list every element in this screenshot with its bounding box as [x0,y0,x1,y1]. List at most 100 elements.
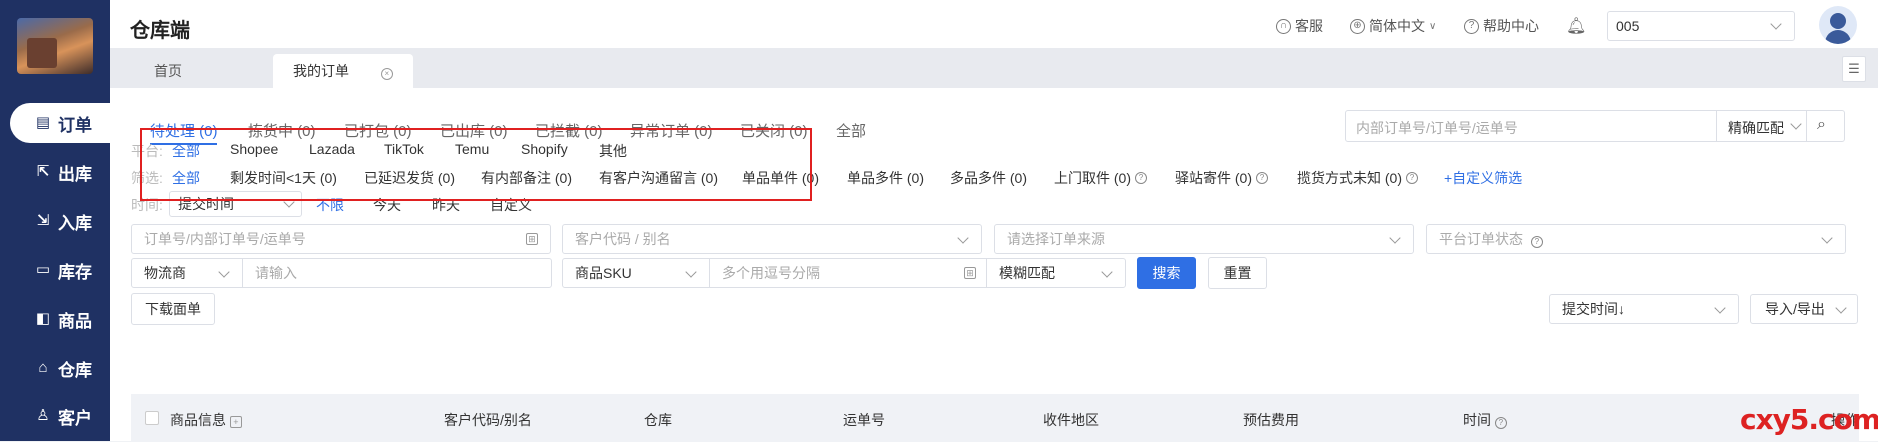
orders-icon: ▤ [35,114,51,131]
match-mode-select[interactable]: 精确匹配 [1728,118,1784,138]
reset-button[interactable]: 重置 [1208,257,1267,289]
search-button[interactable]: 搜索 [1137,257,1196,289]
tab-home[interactable]: 首页 [134,54,202,88]
screen-option-multi-multi[interactable]: 多品多件 (0) [950,168,1027,188]
import-export-dropdown[interactable]: 导入/导出 [1750,294,1858,324]
sku-select[interactable]: 商品SKU [562,258,710,288]
screen-option-pickup-label: 上门取件 (0) [1054,170,1131,186]
column-header: 商品信息 + [170,410,242,430]
sort-select[interactable]: 提交时间↓ [1549,294,1739,324]
chevron-down-icon [1821,232,1833,244]
warehouse-icon: ⌂ [38,359,48,376]
headset-icon: ∩ [1276,18,1291,34]
highlight-box [140,128,812,201]
customer-code-placeholder: 客户代码 / 别名 [575,231,671,247]
main-content: 待处理 (0) 拣货中 (0) 已打包 (0) 已出库 (0) 已拦截 (0) … [110,88,1878,442]
sidebar-item-inventory[interactable]: ▭ 库存 [0,250,110,290]
customer-icon: ♙ [36,407,50,424]
expand-icon[interactable]: ⊞ [526,233,538,245]
sidebar-item-label: 库存 [58,262,92,282]
help-icon: ? [1135,172,1147,184]
sidebar-item-label: 仓库 [58,360,92,380]
chevron-down-icon: ∨ [1429,20,1437,32]
sku-label: 商品SKU [575,265,632,281]
order-source-select[interactable]: 请选择订单来源 [994,224,1414,254]
watermark: cxy5.com [1740,403,1878,436]
products-icon: ◧ [35,310,51,327]
order-number-placeholder: 订单号/内部订单号/运单号 [144,231,306,247]
order-search: 内部订单号/订单号/运单号 精确匹配 ⌕ [1345,110,1845,142]
custom-filter-link[interactable]: +自定义筛选 [1444,168,1522,188]
tab-my-orders[interactable]: 我的订单 × [273,54,413,88]
platform-status-placeholder: 平台订单状态 [1439,231,1523,247]
bell-icon[interactable]: 🔔︎ [1566,16,1586,36]
search-icon[interactable]: ⌕ [1817,116,1826,134]
chevron-down-icon [1101,266,1113,278]
screen-option-unknown-collect[interactable]: 揽货方式未知 (0) ? [1297,168,1418,188]
customer-code-select[interactable]: 客户代码 / 别名 [562,224,982,254]
app-title: 仓库端 [130,20,190,42]
fuzzy-match-select[interactable]: 模糊匹配 [986,258,1126,288]
select-all-checkbox[interactable] [145,411,159,425]
chevron-down-icon [218,266,230,278]
support-link[interactable]: ∩ 客服 [1276,16,1323,36]
order-number-input[interactable]: 订单号/内部订单号/运单号 ⊞ [131,224,551,254]
tab-label: 我的订单 [293,63,349,79]
help-icon: ? [1406,172,1418,184]
import-export-label: 导入/导出 [1765,301,1825,317]
logistics-label: 物流商 [144,265,186,281]
help-icon: ? [1494,417,1507,429]
chevron-down-icon [1714,302,1726,314]
avatar[interactable] [1819,6,1857,44]
logistics-select[interactable]: 物流商 [131,258,243,288]
sidebar-item-orders[interactable]: ▤ 订单 [10,103,120,143]
fuzzy-match-label: 模糊匹配 [999,265,1055,281]
sort-value: 提交时间↓ [1562,301,1625,317]
logistics-input[interactable]: 请输入 [242,258,552,288]
language-label: 简体中文 [1369,18,1425,34]
sidebar: ▤ 订单 ⇱ 出库 ⇲ 入库 ▭ 库存 ◧ 商品 ⌂ 仓库 ♙ 客户 [0,0,120,441]
logistics-placeholder: 请输入 [255,265,297,281]
sidebar-item-products[interactable]: ◧ 商品 [0,299,110,339]
chevron-down-icon [1389,232,1401,244]
column-header: 预估费用 [1243,412,1299,428]
order-source-placeholder: 请选择订单来源 [1007,231,1105,247]
tracking-input[interactable]: 多个用逗号分隔 ⊞ [709,258,987,288]
screen-option-station[interactable]: 驿站寄件 (0) ? [1175,168,1268,188]
order-search-input[interactable]: 内部订单号/订单号/运单号 [1356,118,1518,138]
language-select[interactable]: ⊕ 简体中文 ∨ [1350,16,1436,36]
menu-icon[interactable]: ☰ [1842,56,1866,82]
help-icon: ? [1530,236,1543,248]
expand-icon[interactable]: ⊞ [964,267,976,279]
globe-icon: ⊕ [1350,18,1365,34]
column-header: 时间 ? [1463,410,1507,430]
expand-icon[interactable]: + [229,416,242,428]
help-center-link[interactable]: ? 帮助中心 [1464,16,1539,36]
page-tabs: 首页 我的订单 × ☰ [110,48,1878,88]
screen-option-pickup[interactable]: 上门取件 (0) ? [1054,168,1147,188]
column-header: 客户代码/别名 [444,412,532,428]
download-label-button[interactable]: 下载面单 [131,293,215,325]
sidebar-item-inbound[interactable]: ⇲ 入库 [0,201,110,241]
screen-option-station-label: 驿站寄件 (0) [1175,170,1252,186]
tab-label: 首页 [154,63,182,79]
sidebar-item-outbound[interactable]: ⇱ 出库 [0,152,110,192]
help-icon: ? [1256,172,1268,184]
screen-option-single-multi[interactable]: 单品多件 (0) [847,168,924,188]
tab-all[interactable]: 全部 [836,120,866,141]
warehouse-select[interactable]: 005 [1607,11,1795,41]
inbound-icon: ⇲ [36,212,50,229]
chevron-down-icon [685,266,697,278]
chevron-down-icon [1790,118,1802,130]
top-bar: 仓库端 ∩ 客服 ⊕ 简体中文 ∨ ? 帮助中心 🔔︎ 005 [110,0,1878,48]
sidebar-item-customer[interactable]: ♙ 客户 [0,396,110,436]
sidebar-item-warehouse[interactable]: ⌂ 仓库 [0,348,110,388]
close-icon[interactable]: × [380,68,393,80]
screen-option-unknown-collect-label: 揽货方式未知 (0) [1297,170,1402,186]
help-icon: ? [1464,18,1479,34]
outbound-icon: ⇱ [36,163,50,180]
logo [17,18,93,74]
platform-status-select[interactable]: 平台订单状态 ? [1426,224,1846,254]
column-header-label: 商品信息 [170,412,226,428]
help-label: 帮助中心 [1483,18,1539,34]
